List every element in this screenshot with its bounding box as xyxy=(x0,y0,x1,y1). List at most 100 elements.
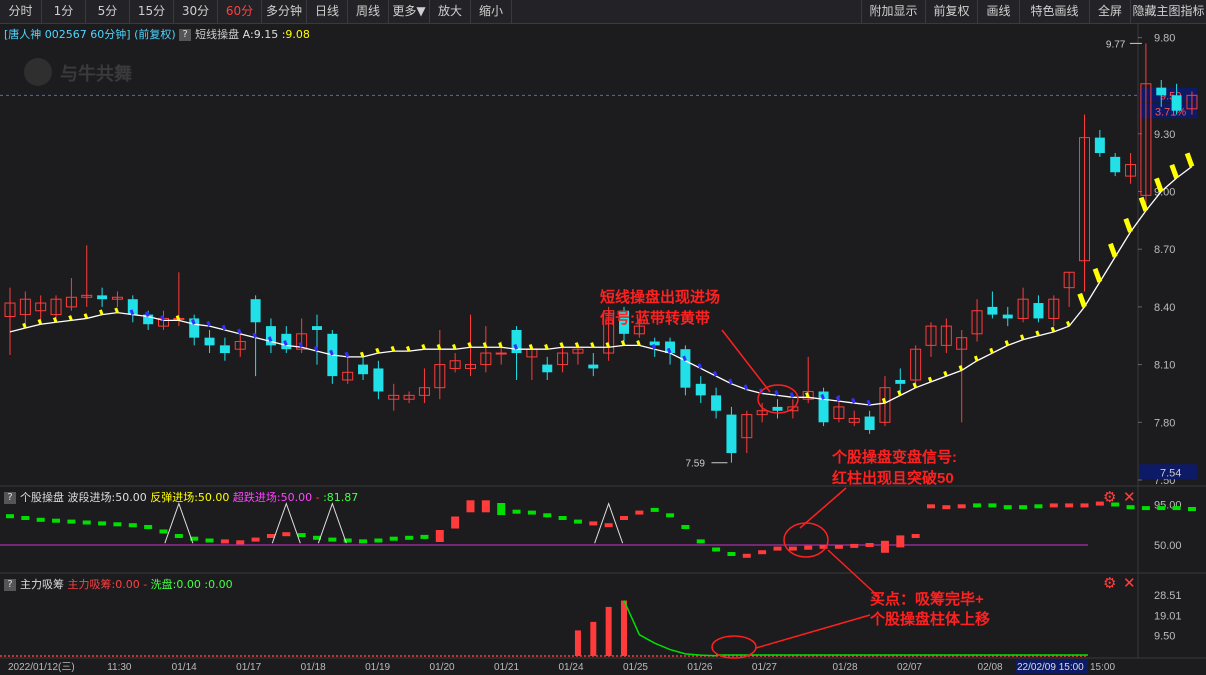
candle-body xyxy=(495,352,507,355)
toolbar-right-btn-2[interactable]: 画线 xyxy=(977,0,1019,23)
mid-bar xyxy=(1034,504,1043,509)
bottom-field-1: 主力吸筹:0.00 xyxy=(67,578,144,591)
mid-bar xyxy=(850,543,859,548)
mid-bar xyxy=(466,500,475,513)
washout-line xyxy=(623,600,717,657)
toolbar-btn-7[interactable]: 日线 xyxy=(307,0,348,23)
ytick-label: 8.10 xyxy=(1154,360,1175,372)
mid-bar xyxy=(527,510,536,515)
candle-body xyxy=(542,364,553,373)
toolbar-btn-10[interactable]: 放大 xyxy=(430,0,471,23)
mid-bar xyxy=(435,530,444,542)
mid-bar xyxy=(481,500,490,513)
toolbar-right-btn-5[interactable]: 隐藏主图指标 xyxy=(1130,0,1206,23)
mid-field-sep: - xyxy=(315,491,324,504)
ytick-label: 8.40 xyxy=(1154,302,1175,314)
ma-band-mark xyxy=(1184,152,1195,168)
toolbar-btn-4[interactable]: 30分 xyxy=(174,0,218,23)
toolbar-btn-0[interactable]: 分时 xyxy=(0,0,42,23)
mid-field-1: 波段进场:50.00 xyxy=(67,491,151,504)
mid-ytick-label: 50.00 xyxy=(1154,540,1182,552)
annotation-2-pointer xyxy=(799,487,847,529)
toolbar-right-btn-3[interactable]: 特色画线 xyxy=(1019,0,1089,23)
mid-bar xyxy=(758,550,767,555)
toolbar-btn-5[interactable]: 60分 xyxy=(218,0,262,23)
mid-bar xyxy=(297,533,306,538)
mid-header: ? 个股操盘 波段进场:50.00 反弹进场:50.00 超跌进场:50.00 -… xyxy=(4,489,358,505)
mid-bar xyxy=(543,513,552,518)
mid-bar xyxy=(144,525,153,529)
toolbar-btn-1[interactable]: 1分 xyxy=(42,0,86,23)
change-pct-label: 3.71% xyxy=(1155,106,1186,118)
main-header: [唐人神 002567 60分钟] (前复权) ? 短线操盘 A:9.15 :9.… xyxy=(4,26,310,42)
gear-icon[interactable]: ⚙ xyxy=(1103,488,1116,506)
mid-bar xyxy=(451,516,460,529)
close-icon[interactable]: ✕ xyxy=(1123,488,1136,506)
mid-extra: :81.87 xyxy=(323,491,359,504)
watermark-logo-icon xyxy=(24,58,52,86)
toolbar-right-btn-1[interactable]: 前复权 xyxy=(925,0,977,23)
xaxis-label: 01/18 xyxy=(301,662,326,673)
toolbar-btn-2[interactable]: 5分 xyxy=(86,0,130,23)
mid-bar xyxy=(573,519,582,524)
ma-band-mark xyxy=(1138,196,1149,212)
mid-bar xyxy=(174,534,183,538)
xaxis-label: 11:30 xyxy=(107,662,132,673)
mid-bar xyxy=(512,509,521,514)
mid-bar xyxy=(389,536,398,541)
xaxis-label: 02/07 xyxy=(897,662,922,673)
mid-bar xyxy=(6,514,14,519)
toolbar-btn-6[interactable]: 多分钟 xyxy=(262,0,307,23)
mid-title: 个股操盘 xyxy=(20,491,68,504)
toolbar-btn-3[interactable]: 15分 xyxy=(130,0,174,23)
ma-band-mark xyxy=(1092,267,1103,283)
candle-body xyxy=(726,414,737,454)
candle-body xyxy=(1171,95,1182,111)
ma-band-mark xyxy=(728,378,733,385)
close-icon[interactable]: ✕ xyxy=(1123,574,1136,592)
xaxis-label: 01/26 xyxy=(687,662,712,673)
toolbar-btn-8[interactable]: 周线 xyxy=(348,0,389,23)
mid-bar xyxy=(558,516,567,520)
indicator-b: :9.08 xyxy=(281,28,310,41)
bottom-field-2: 洗盘:0.00 xyxy=(150,578,205,591)
mid-bar xyxy=(1157,506,1166,511)
toolbar-btn-11[interactable]: 缩小 xyxy=(471,0,512,23)
help-icon[interactable]: ? xyxy=(4,579,16,591)
annotation-2-line2: 红柱出现且突破50 xyxy=(832,469,954,487)
ma-band-mark xyxy=(897,390,902,396)
candle-body xyxy=(711,395,722,411)
annotation-3-line1: 买点：吸筹完毕+ xyxy=(870,590,984,608)
gear-icon[interactable]: ⚙ xyxy=(1103,574,1116,592)
xaxis-label: 02/08 xyxy=(978,662,1003,673)
ytick-label: 7.80 xyxy=(1154,417,1175,429)
mid-bar xyxy=(67,519,76,524)
ma-band-mark xyxy=(958,365,964,371)
ma-band-mark xyxy=(1066,320,1071,327)
toolbar-btn-9[interactable]: 更多▼ xyxy=(389,0,430,23)
ma-band-mark xyxy=(1019,334,1025,341)
candle-body xyxy=(358,364,369,375)
mid-bar xyxy=(1141,506,1150,511)
accum-bar xyxy=(605,606,612,656)
help-icon[interactable]: ? xyxy=(4,492,16,504)
mid-bar xyxy=(788,546,797,551)
signal-triangle-icon xyxy=(271,502,301,544)
bottom-field-3: :0.00 xyxy=(204,578,233,591)
toolbar-right-btn-4[interactable]: 全屏 xyxy=(1089,0,1130,23)
candle-body xyxy=(250,299,261,323)
ma-band-mark xyxy=(1169,164,1179,179)
toolbar-right-btn-0[interactable]: 附加显示 xyxy=(861,0,925,23)
mid-bar xyxy=(236,540,245,545)
mid-bar xyxy=(36,517,45,522)
mid-bar xyxy=(911,534,920,538)
annotation-3-pointer-a xyxy=(827,549,881,599)
help-icon[interactable]: ? xyxy=(179,29,192,41)
mid-bar xyxy=(220,539,229,544)
mid-bar xyxy=(1003,505,1012,510)
mid-bar xyxy=(21,516,30,520)
xaxis-label: 01/24 xyxy=(558,662,583,673)
candle-body xyxy=(1094,137,1105,154)
candle-body xyxy=(864,416,875,430)
xaxis-label: 01/14 xyxy=(172,662,197,673)
